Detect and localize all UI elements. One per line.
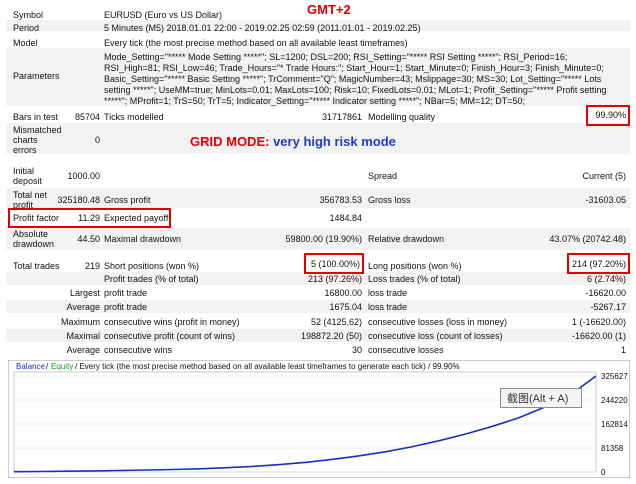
gross-profit-label: Gross profit [104,195,151,205]
bars-label: Bars in test [13,112,59,122]
mismatch-label-3: errors [13,145,37,155]
grid-mode-banner: GRID MODE: very high risk mode [190,134,396,149]
chart-y-tick-label: 325627 [601,372,628,381]
average-consecutive-label: Average [66,345,100,355]
long-positions-value: 214 (97.20%) [571,259,626,269]
average-consecutive-wins-value: 30 [351,345,362,355]
chart-legend-description: / Every tick (the most precise method ba… [75,362,460,371]
gmt-label: GMT+2 [307,2,351,17]
absolute-drawdown-value: 44.50 [77,234,100,244]
gross-profit-value: 356783.53 [319,195,362,205]
parameters-label: Parameters [13,71,60,81]
symbol-label: Symbol [13,10,44,20]
initial-deposit-value: 1000.00 [67,171,100,181]
maximal-consecutive-loss-value: -16620.00 (1) [571,331,626,341]
max-consecutive-wins-label: consecutive wins (profit in money) [104,317,240,327]
ticks-label: Ticks modelled [104,112,164,122]
average-profit-trade-label: profit trade [104,302,148,312]
screenshot-tooltip: 截图(Alt + A) [500,388,582,408]
loss-trades-label: Loss trades (% of total) [368,274,461,284]
period-value: 5 Minutes (M5) 2018.01.01 22:00 - 2019.0… [104,23,421,33]
average-loss-trade-value: -5267.17 [590,302,626,312]
chart-plot-area [13,371,597,473]
largest-loss-trade-label: loss trade [368,288,408,298]
average-label: Average [66,302,100,312]
max-consecutive-wins-value: 52 (4125.62) [310,317,362,327]
grid-mode-label: GRID MODE: [190,134,270,149]
quality-value: 99.90% [595,110,626,120]
net-profit-value: 325180.48 [57,195,100,205]
maximum-label: Maximum [60,317,100,327]
average-consecutive-losses-value: 1 [620,345,626,355]
symbol-value: EURUSD (Euro vs US Dollar) [104,10,223,20]
average-loss-trade-label: loss trade [368,302,408,312]
max-consecutive-losses-value: 1 (-16620.00) [571,317,626,327]
total-trades-value: 219 [84,261,100,271]
maximal-consecutive-profit-label: consecutive profit (count of wins) [104,331,236,341]
ticks-value: 31717861 [321,112,362,122]
grid-mode-risk: very high risk mode [273,134,396,149]
parameters-value: Mode_Setting="***** Mode Setting *****";… [104,52,607,106]
bars-value: 85704 [74,112,100,122]
gross-loss-value: -31603.05 [585,195,626,205]
short-positions-value: 5 (100.00%) [310,259,360,269]
largest-profit-trade-label: profit trade [104,288,148,298]
expected-payoff-value: 1484.84 [329,213,362,223]
profit-trades-value: 213 (97.26%) [307,274,362,284]
relative-drawdown-label: Relative drawdown [368,234,445,244]
largest-profit-trade-value: 16800.00 [324,288,362,298]
profit-factor-value: 11.29 [78,213,100,223]
chart-y-tick-label: 162814 [601,420,628,429]
profit-trades-label: Profit trades (% of total) [104,274,199,284]
chart-y-tick-label: 81358 [601,444,624,453]
balance-chart: Balance / Equity / Every tick (the most … [8,360,630,478]
average-profit-trade-value: 1675.04 [329,302,362,312]
maximal-consecutive-profit-value: 198872.20 (50) [300,331,362,341]
period-label: Period [13,23,40,33]
chart-y-tick-label: 0 [601,468,606,477]
maximal-consecutive-loss-label: consecutive loss (count of losses) [368,331,503,341]
expected-payoff-label: Expected payoff [104,213,169,223]
maximal-drawdown-value: 59800.00 (19.90%) [285,234,362,244]
average-consecutive-losses-label: consecutive losses [368,345,444,355]
spread-value: Current (5) [582,171,626,181]
relative-drawdown-value: 43.07% (20742.48) [549,234,626,244]
mismatch-value: 0 [94,135,100,145]
maximal-label: Maximal [66,331,100,341]
quality-label: Modelling quality [368,112,436,122]
model-value: Every tick (the most precise method base… [104,38,408,48]
largest-label: Largest [69,288,100,298]
gross-loss-label: Gross loss [368,195,411,205]
chart-y-tick-label: 244220 [601,396,628,405]
initial-deposit-label-2: deposit [13,176,43,186]
average-consecutive-wins-label: consecutive wins [104,345,173,355]
maximal-drawdown-label: Maximal drawdown [104,234,182,244]
model-label: Model [13,38,38,48]
chart-legend-balance: Balance [16,362,45,371]
max-consecutive-losses-label: consecutive losses (loss in money) [368,317,508,327]
chart-legend-equity: Equity [51,362,73,371]
loss-trades-value: 6 (2.74%) [586,274,626,284]
largest-loss-trade-value: -16620.00 [585,288,626,298]
long-positions-label: Long positions (won %) [368,261,462,271]
spread-label: Spread [368,171,398,181]
short-positions-label: Short positions (won %) [104,261,200,271]
